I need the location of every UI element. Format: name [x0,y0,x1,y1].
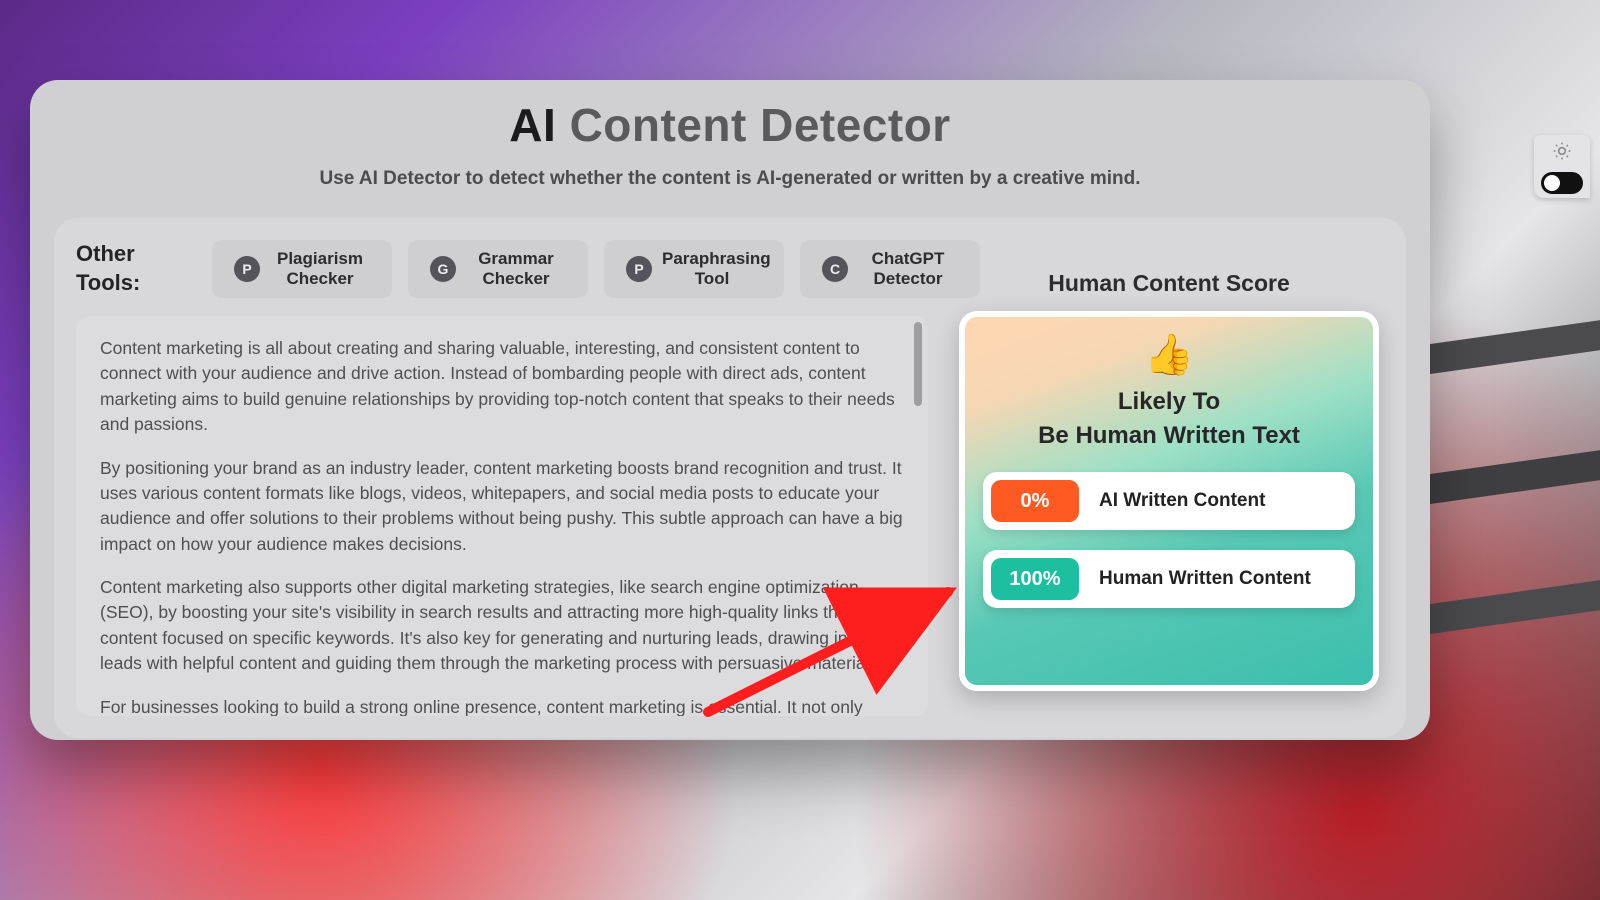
tool-badge: C [822,256,848,282]
tool-plagiarism-checker[interactable]: P Plagiarism Checker [212,240,392,298]
verdict-line2: Be Human Written Text [1038,422,1300,449]
tool-badge: G [430,256,456,282]
content-textarea[interactable]: Content marketing is all about creating … [76,316,928,716]
page-subtitle: Use AI Detector to detect whether the co… [30,168,1430,190]
dark-mode-toggle[interactable] [1541,172,1583,194]
tools-label: Other Tools: [76,240,196,297]
paragraph: By positioning your brand as an industry… [100,456,904,558]
paragraph: Content marketing is all about creating … [100,336,904,438]
theme-switcher[interactable] [1534,135,1590,198]
title-ai: AI [509,99,556,151]
human-score-bar: 100% Human Written Content [983,550,1355,608]
paragraph: Content marketing also supports other di… [100,575,904,677]
tool-chatgpt-detector[interactable]: C ChatGPT Detector [800,240,980,298]
human-percent-badge: 100% [991,558,1079,600]
score-column: Human Content Score 👍 Likely To Be Human… [954,316,1384,716]
score-title: Human Content Score [1048,270,1290,297]
inner-panel: Other Tools: P Plagiarism Checker G Gram… [54,218,1406,738]
tool-paraphrasing[interactable]: P Paraphrasing Tool [604,240,784,298]
tool-label: Plagiarism Checker [270,249,370,288]
ai-score-bar: 0% AI Written Content [983,472,1355,530]
thumbs-up-icon: 👍 [1144,335,1194,375]
title-rest: Content Detector [556,99,950,151]
verdict-text: Likely To Be Human Written Text [1038,385,1300,452]
tool-grammar-checker[interactable]: G Grammar Checker [408,240,588,298]
sun-icon [1552,141,1572,166]
page-title: AI Content Detector [30,98,1430,152]
app-card: AI Content Detector Use AI Detector to d… [30,80,1430,740]
content-wrap: Content marketing is all about creating … [76,316,1384,716]
tool-badge: P [626,256,652,282]
tool-badge: P [234,256,260,282]
human-score-label: Human Written Content [1099,568,1311,590]
verdict-line1: Likely To [1118,388,1220,415]
ai-percent-badge: 0% [991,480,1079,522]
tool-label: Paraphrasing Tool [662,249,762,288]
scrollbar-thumb[interactable] [914,322,922,406]
tool-label: Grammar Checker [466,249,566,288]
ai-score-label: AI Written Content [1099,490,1265,512]
score-card: 👍 Likely To Be Human Written Text 0% AI … [959,311,1379,691]
tool-label: ChatGPT Detector [858,249,958,288]
paragraph: For businesses looking to build a strong… [100,695,904,717]
